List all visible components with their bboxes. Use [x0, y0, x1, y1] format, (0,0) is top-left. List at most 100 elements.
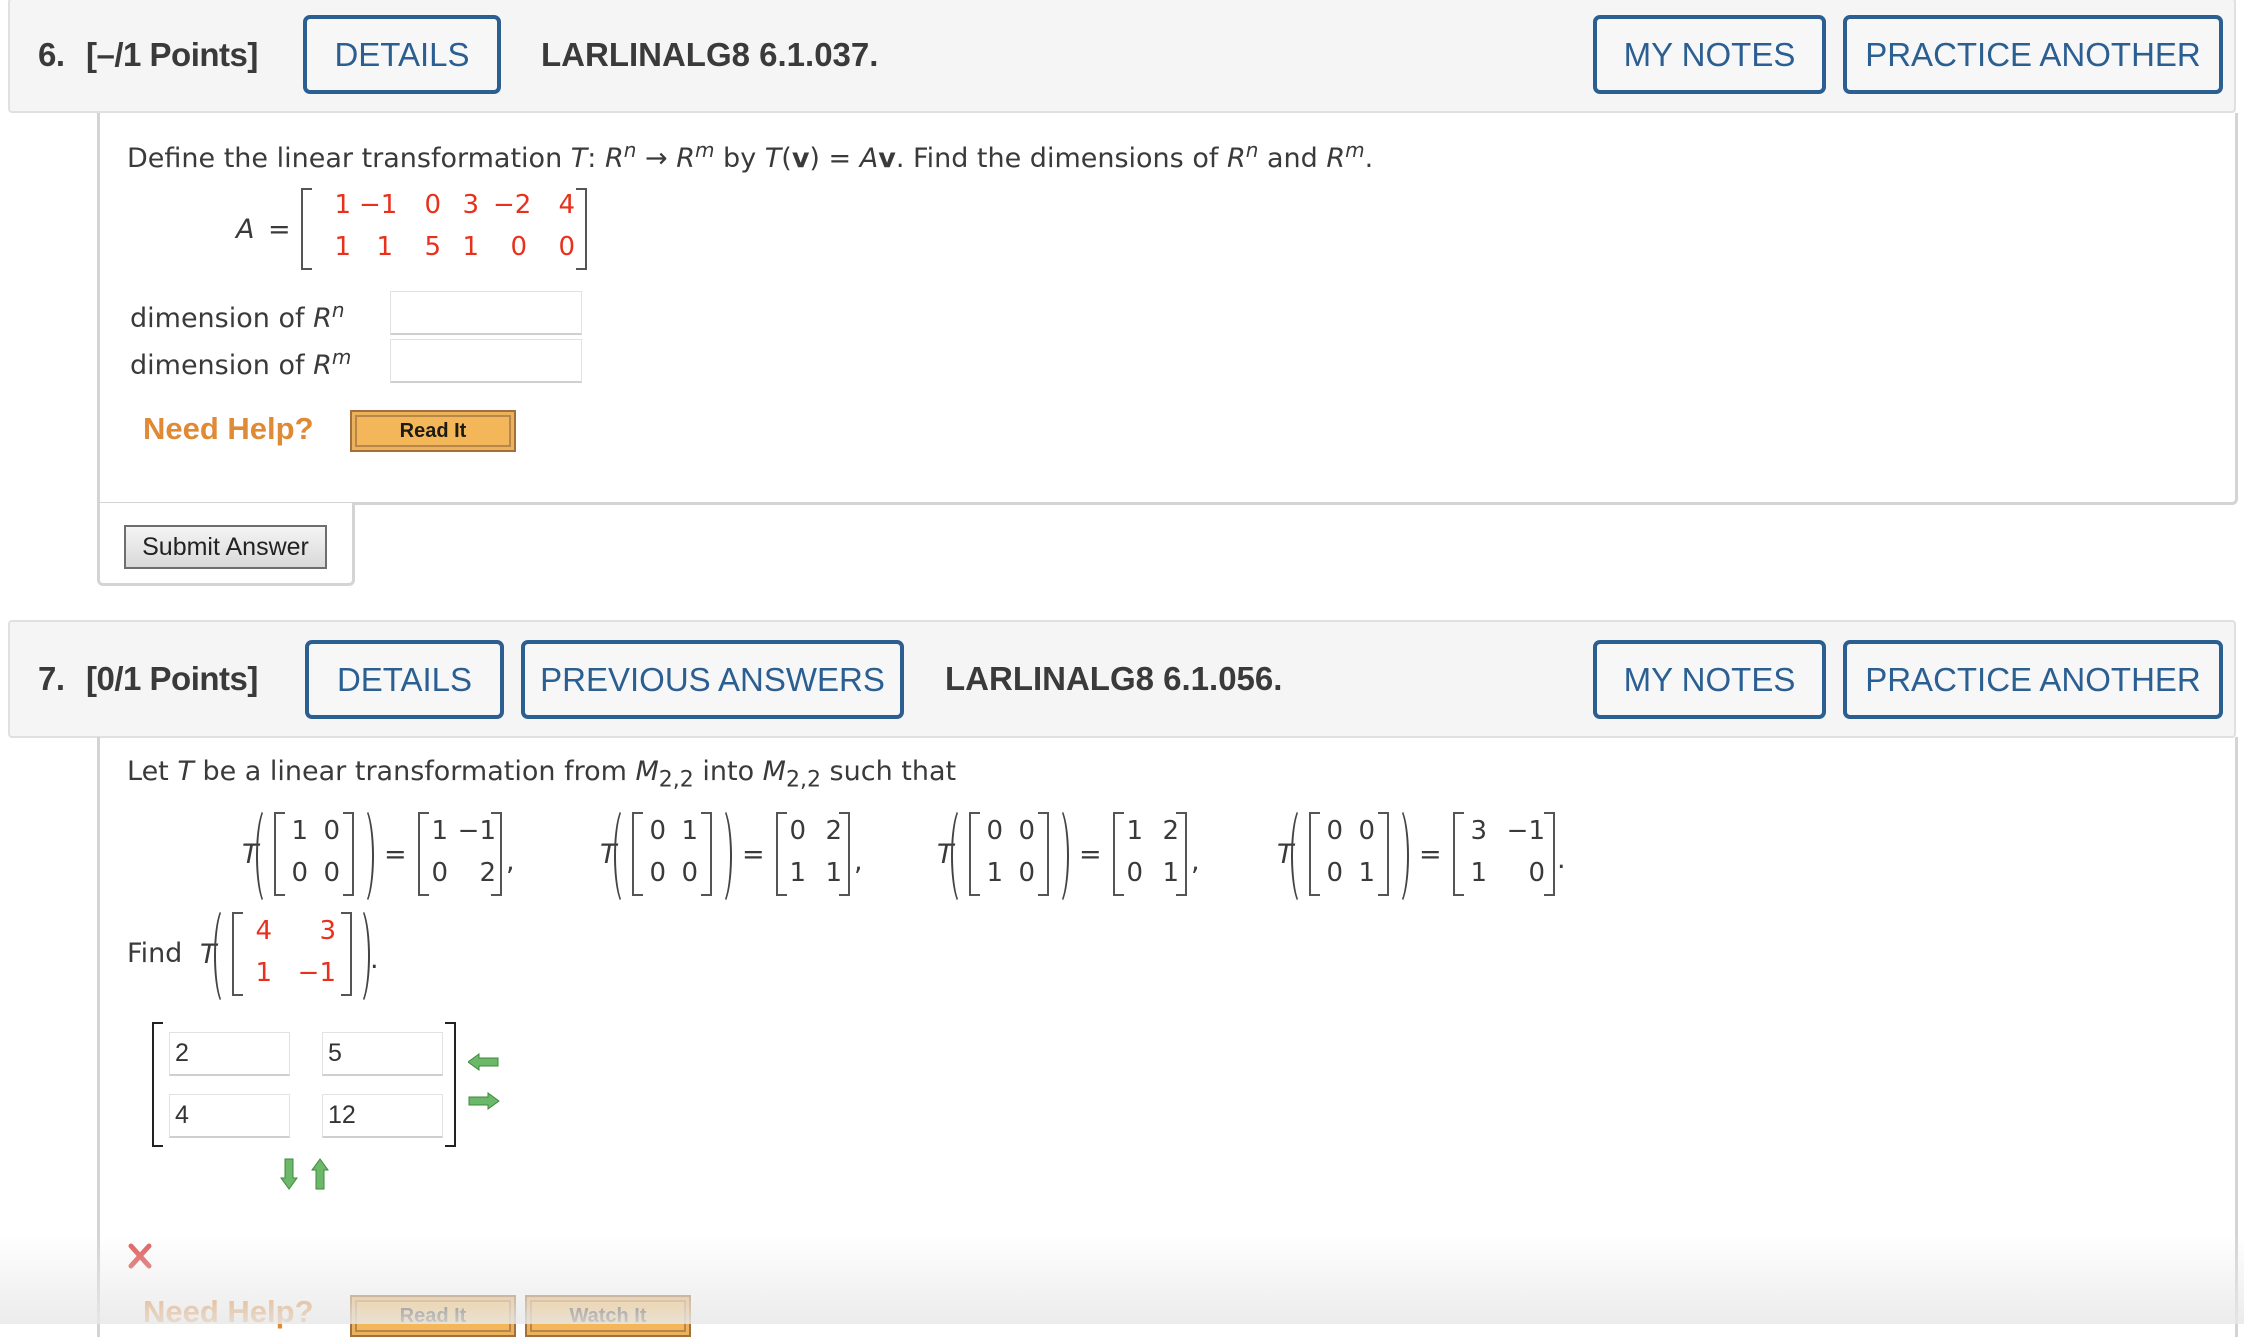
right-paren [710, 806, 732, 906]
matrix-A-cell: −2 [493, 190, 532, 220]
prompt-text: such that [820, 756, 957, 787]
details-button[interactable]: DETAILS [305, 640, 504, 719]
prompt-text: into [693, 756, 763, 787]
output-matrix-cell: 2 [1162, 816, 1179, 846]
arrow-symbol: → [636, 143, 677, 174]
dimension-rm-input[interactable] [390, 339, 582, 383]
right-bracket [343, 812, 354, 896]
sub-2-2: 2,2 [658, 767, 694, 793]
add-column-arrow-icon[interactable] [468, 1092, 500, 1110]
question-7-points: [0/1 Points] [86, 660, 258, 697]
read-it-button[interactable]: Read It [350, 1295, 516, 1337]
matrix-A-cell: 4 [558, 190, 575, 220]
prompt-text: and [1258, 143, 1327, 174]
input-matrix-cell: 0 [681, 858, 698, 888]
prompt-text: Let [127, 756, 178, 787]
input-matrix-cell: 0 [1018, 816, 1035, 846]
find-label: Find [127, 938, 183, 969]
my-notes-button[interactable]: MY NOTES [1593, 15, 1826, 94]
sup-m: m [331, 345, 352, 369]
right-paren [352, 806, 374, 906]
output-matrix-cell: 1 [431, 816, 448, 846]
equals-sign: = [1079, 839, 1102, 870]
question-6-points: [–/1 Points] [86, 36, 258, 73]
output-matrix-cell: 3 [1470, 816, 1487, 846]
find-matrix-cell: 3 [319, 916, 336, 946]
output-matrix-cell: −1 [1506, 816, 1545, 846]
var-R: R [604, 143, 624, 174]
question-6-number: 6. [38, 36, 65, 73]
comma: , [854, 846, 863, 877]
prompt-text: ( [781, 143, 792, 174]
dim-m-label: dimension of Rm [130, 345, 351, 381]
var-A: A [859, 143, 879, 174]
output-matrix-cell: 1 [1470, 858, 1487, 888]
label-text: dimension of [130, 303, 314, 334]
equals-sign: = [384, 839, 407, 870]
answer-cell-1-1[interactable] [169, 1032, 290, 1076]
incorrect-x-icon [128, 1243, 152, 1269]
sup-m: m [694, 138, 715, 162]
question-7-prompt: Let T be a linear transformation from M2… [127, 756, 956, 792]
answer-cell-2-1[interactable] [169, 1094, 290, 1138]
matrix-A: 1 −1 0 3 −2 4 1 1 5 1 0 0 [301, 188, 587, 270]
answer-cell-1-2[interactable] [322, 1032, 443, 1076]
var-R: R [1226, 143, 1246, 174]
prompt-text: . [1364, 143, 1374, 174]
matrix-A-cell: 1 [334, 190, 351, 220]
var-M: M [762, 756, 786, 787]
var-v: v [878, 143, 896, 174]
var-R: R [313, 303, 332, 334]
input-matrix: 0100 [632, 812, 712, 896]
output-matrix: 1201 [1113, 812, 1187, 896]
prompt-text: ) = [809, 143, 860, 174]
matrix-A-cell: 3 [462, 190, 479, 220]
matrix-A-cell: −1 [359, 190, 398, 220]
matrix-A-cell: 0 [424, 190, 441, 220]
practice-another-button[interactable]: PRACTICE ANOTHER [1843, 640, 2223, 719]
var-R: R [313, 350, 332, 381]
right-bracket [701, 812, 712, 896]
previous-answers-button[interactable]: PREVIOUS ANSWERS [521, 640, 904, 719]
input-matrix-cell: 0 [1018, 858, 1035, 888]
dimension-rn-input[interactable] [390, 291, 582, 335]
var-M: M [635, 756, 659, 787]
output-matrix: 3 −1 1 0 [1453, 812, 1555, 896]
output-matrix-cell: −1 [457, 816, 496, 846]
equals-sign: = [1419, 839, 1442, 870]
sub-2-2: 2,2 [785, 767, 821, 793]
output-matrix-cell: 1 [1126, 816, 1143, 846]
submit-answer-button[interactable]: Submit Answer [124, 525, 327, 569]
output-matrix-cell: 0 [431, 858, 448, 888]
output-matrix: 0211 [776, 812, 850, 896]
read-it-button[interactable]: Read It [350, 410, 516, 452]
remove-row-arrow-icon[interactable] [311, 1158, 329, 1190]
input-matrix-cell: 1 [1358, 858, 1375, 888]
output-matrix-cell: 1 [789, 858, 806, 888]
sup-n: n [1245, 138, 1259, 162]
details-button[interactable]: DETAILS [303, 15, 501, 94]
prompt-text: by [714, 143, 765, 174]
equals-sign: = [742, 839, 765, 870]
find-matrix-cell: −1 [297, 958, 336, 988]
need-help-label: Need Help? [143, 1294, 314, 1329]
my-notes-button[interactable]: MY NOTES [1593, 640, 1826, 719]
matrix-A-cell: 0 [510, 232, 527, 262]
right-bracket [1544, 812, 1555, 896]
var-R: R [1326, 143, 1346, 174]
find-matrix: 4 3 1 −1 [232, 912, 352, 996]
add-row-arrow-icon[interactable] [280, 1158, 298, 1190]
input-matrix-cell: 0 [323, 816, 340, 846]
right-bracket [445, 1022, 456, 1147]
right-bracket [341, 912, 352, 996]
remove-column-arrow-icon[interactable] [468, 1053, 500, 1071]
sup-n: n [623, 138, 637, 162]
output-matrix-cell: 1 [1162, 858, 1179, 888]
answer-cell-2-2[interactable] [322, 1094, 443, 1138]
question-7-code: LARLINALG8 6.1.056. [945, 660, 1283, 697]
watch-it-button[interactable]: Watch It [525, 1295, 691, 1337]
right-bracket [576, 188, 587, 270]
matrix-A-cell: 0 [558, 232, 575, 262]
practice-another-button[interactable]: PRACTICE ANOTHER [1843, 15, 2223, 94]
comma: , [506, 846, 515, 877]
